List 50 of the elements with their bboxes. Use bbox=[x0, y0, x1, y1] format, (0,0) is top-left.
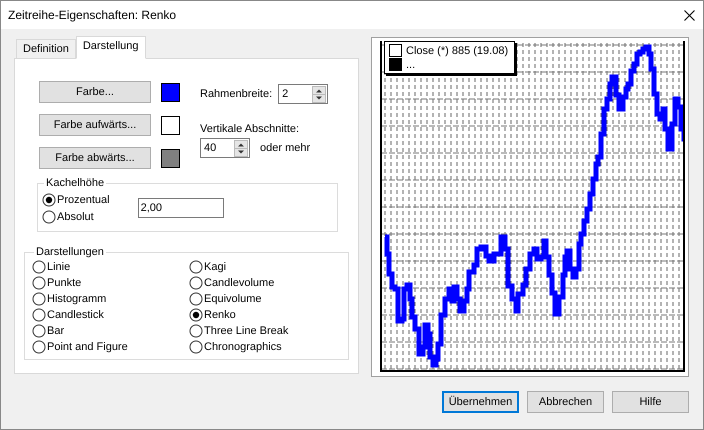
radio-button[interactable] bbox=[32, 292, 46, 306]
close-icon[interactable] bbox=[684, 10, 695, 20]
radio-button[interactable] bbox=[32, 340, 46, 354]
dialog-button[interactable]: Hilfe bbox=[612, 391, 689, 413]
legend-label: ... bbox=[406, 58, 416, 70]
radio-label[interactable]: Point and Figure bbox=[47, 340, 128, 352]
dialog-button[interactable]: Übernehmen bbox=[442, 391, 519, 413]
radio-button[interactable] bbox=[32, 308, 46, 322]
spin-arrows-icon[interactable] bbox=[234, 140, 248, 156]
vertical-sections-suffix: oder mehr bbox=[260, 142, 310, 154]
radio-button[interactable] bbox=[42, 210, 56, 224]
group-title: Kachelhöhe bbox=[45, 177, 106, 189]
vertical-sections-label: Vertikale Abschnitte: bbox=[200, 123, 300, 135]
frame-width-spinner[interactable]: 2 bbox=[278, 84, 328, 104]
dialog-button[interactable]: Abbrechen bbox=[527, 391, 604, 413]
radio-label[interactable]: Equivolume bbox=[204, 292, 262, 304]
frame-width-label: Rahmenbreite: bbox=[200, 88, 272, 100]
tab[interactable]: Darstellung bbox=[76, 36, 146, 59]
radio-button[interactable] bbox=[189, 340, 203, 354]
radio-button[interactable] bbox=[189, 324, 203, 338]
radio-label[interactable]: Punkte bbox=[47, 276, 82, 288]
radio-label[interactable]: Histogramm bbox=[47, 292, 106, 304]
color-button[interactable]: Farbe aufwärts... bbox=[39, 114, 151, 136]
color-button[interactable]: Farbe... bbox=[39, 81, 151, 103]
vertical-sections-spinner[interactable]: 40 bbox=[200, 138, 250, 158]
radio-label[interactable]: Candlevolume bbox=[204, 276, 274, 288]
radio-button[interactable] bbox=[42, 192, 56, 206]
spin-arrows-icon[interactable] bbox=[312, 86, 326, 102]
radio-label[interactable]: Bar bbox=[47, 324, 64, 336]
color-button[interactable]: Farbe abwärts... bbox=[39, 147, 151, 169]
radio-button[interactable] bbox=[189, 292, 203, 306]
legend-label: Close (*) 885 (19.08) bbox=[406, 44, 508, 56]
radio-label[interactable]: Linie bbox=[47, 260, 70, 272]
radio-button[interactable] bbox=[189, 276, 203, 290]
radio-label[interactable]: Candlestick bbox=[47, 308, 104, 320]
window-title: Zeitreihe-Eigenschaften: Renko bbox=[8, 8, 176, 22]
radio-label[interactable]: Prozentual bbox=[57, 194, 110, 206]
tile-height-field[interactable]: 2,00 bbox=[138, 198, 224, 218]
radio-button[interactable] bbox=[189, 260, 203, 274]
radio-button[interactable] bbox=[32, 260, 46, 274]
radio-label[interactable]: Renko bbox=[204, 308, 236, 320]
radio-label[interactable]: Kagi bbox=[204, 260, 226, 272]
tab[interactable]: Definition bbox=[16, 39, 76, 58]
radio-label[interactable]: Chronographics bbox=[204, 340, 282, 352]
radio-button[interactable] bbox=[32, 276, 46, 290]
radio-button[interactable] bbox=[189, 308, 203, 322]
radio-label[interactable]: Three Line Break bbox=[204, 324, 288, 336]
radio-button[interactable] bbox=[32, 324, 46, 338]
radio-label[interactable]: Absolut bbox=[57, 210, 94, 222]
group-title: Darstellungen bbox=[35, 246, 105, 258]
